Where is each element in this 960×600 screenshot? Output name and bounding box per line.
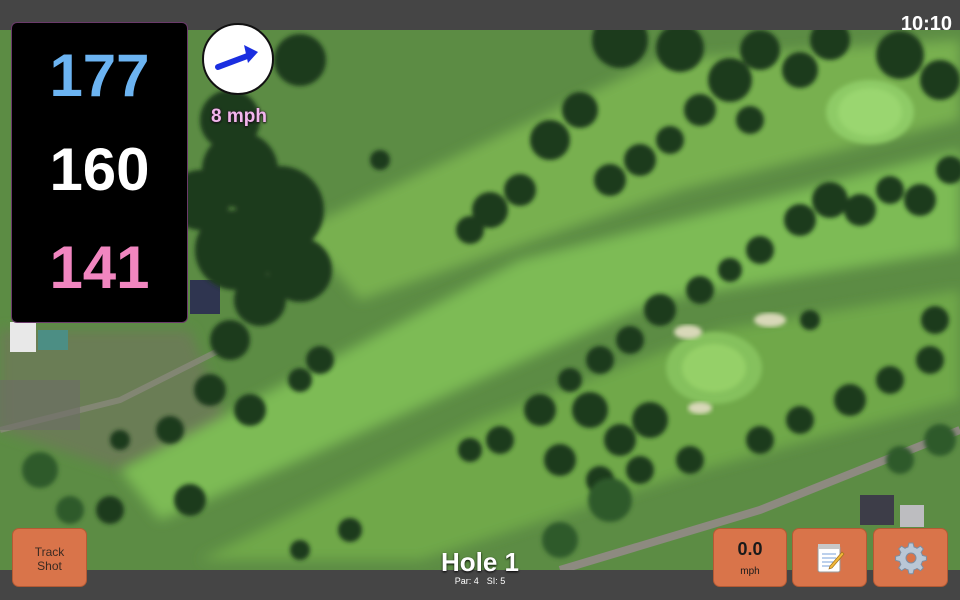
notepad-icon (817, 543, 844, 572)
hole-par: Par: 4 (454, 576, 479, 586)
wind-speed: 8 mph (211, 106, 267, 127)
track-shot-button[interactable]: Track Shot (12, 528, 87, 587)
gear-icon (894, 542, 927, 574)
hole-title: Hole 1 (440, 547, 520, 577)
middle-yardage: 160 (49, 136, 150, 203)
front-yardage: 141 (49, 234, 150, 301)
track-shot-label: Track Shot (34, 545, 65, 573)
speed-unit: mph (740, 566, 760, 577)
notes-button[interactable] (792, 528, 867, 587)
yardage-panel: 177 160 141 (11, 22, 188, 323)
hole-meta: Par: 4 SI: 5 (380, 577, 580, 586)
back-yardage: 177 (49, 42, 150, 109)
wind-indicator (202, 23, 274, 95)
speed-value: 0.0 (737, 539, 763, 559)
hole-stroke-index: SI: 5 (486, 576, 506, 586)
arrow-icon (215, 45, 258, 70)
speed-button[interactable]: 0.0 mph (713, 528, 787, 587)
settings-button[interactable] (873, 528, 948, 587)
